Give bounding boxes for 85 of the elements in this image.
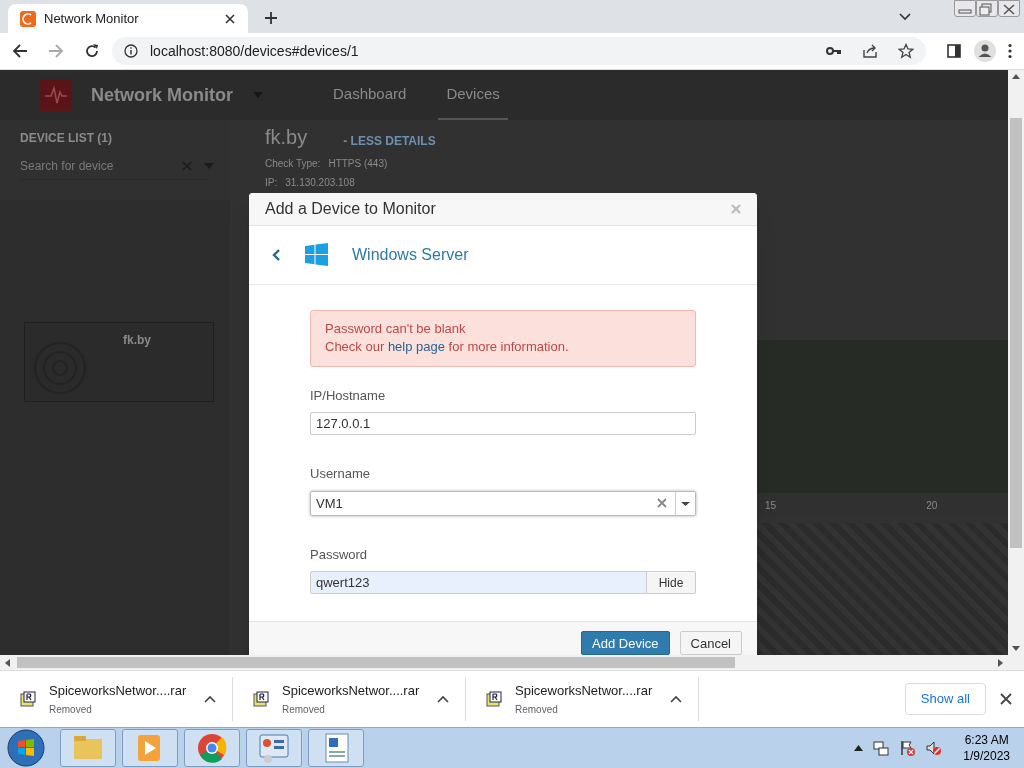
help-text: Check our help page for more information. [325,338,570,357]
tray-arrow-icon[interactable] [854,745,864,751]
username-combo[interactable]: VM1 [310,490,696,516]
app-logo-icon [20,10,36,27]
windows-logo-icon [305,243,328,267]
close-icon[interactable] [1000,693,1012,705]
device-list-heading: DEVICE LIST (1) [20,130,113,147]
help-page-link[interactable]: help page [387,339,445,355]
archive-file-icon [20,691,36,707]
add-device-button[interactable]: Add Device [581,631,670,655]
clock-date: 1/9/2023 [963,748,1010,764]
device-title: fk.by [265,125,308,150]
archive-file-icon [253,691,269,707]
file-name: SpiceworksNetwor....rar [515,681,654,700]
chevron-down-icon[interactable] [899,13,911,21]
hide-button[interactable]: Hide [647,571,696,595]
field-label: IP: [265,176,278,190]
star-icon [898,43,914,59]
field-label: Password [310,545,369,564]
download-item[interactable]: SpiceworksNetwor....rar Removed [233,677,466,721]
more-icon[interactable] [1008,43,1012,59]
download-status: Removed [515,703,559,718]
file-name: SpiceworksNetwor....rar [282,681,421,700]
scroll-right-icon [998,658,1003,667]
combo-value: VM1 [316,494,344,513]
app-title: Network Monitor [91,83,233,107]
browser-icon[interactable] [184,729,240,767]
control-panel-icon[interactable] [246,729,302,767]
show-all-button[interactable]: Show all [904,683,986,715]
download-item[interactable]: SpiceworksNetwor....rar Removed [466,677,699,721]
scroll-left-icon [5,658,10,667]
reload-icon[interactable] [84,43,100,59]
browser-tab[interactable]: Network Monitor [8,4,248,33]
ip-field[interactable]: 127.0.0.1 [310,412,696,436]
download-item[interactable]: SpiceworksNetwor....rar Removed [0,677,233,721]
download-status: Removed [282,703,326,718]
muted-speaker-icon[interactable] [925,740,942,756]
scroll-down-icon [1012,646,1020,651]
network-icon[interactable] [873,740,890,756]
document-icon[interactable] [308,729,364,767]
device-type-title: Windows Server [352,244,469,265]
clock-time: 6:23 AM [964,732,1009,748]
nav-tab[interactable]: Devices [438,70,508,120]
modal-title: Add a Device to Monitor [265,198,437,219]
back-chevron-icon[interactable] [272,248,280,261]
nav-tab[interactable]: Dashboard [325,70,415,120]
cancel-button[interactable]: Cancel [679,631,742,655]
restore-icon[interactable] [976,0,998,17]
info-icon [124,44,138,58]
error-message: Password can't be blank [325,320,467,339]
profile-icon[interactable] [974,40,996,62]
device-name: fk.by [123,332,151,349]
archive-file-icon [486,691,502,707]
media-player-icon[interactable] [122,729,178,767]
axis-label: 15 [765,499,777,513]
field-value: HTTPS (443) [328,157,388,171]
field-label: IP/Hostname [310,386,387,405]
chevron-up-icon[interactable] [670,695,682,703]
file-name: SpiceworksNetwor....rar [49,681,188,700]
chevron-up-icon[interactable] [437,695,449,703]
url-text: localhost:8080/devices#devices/1 [150,41,360,61]
close-icon[interactable] [998,0,1020,17]
flag-icon[interactable] [899,740,916,756]
device-card[interactable]: fk.by [24,322,214,402]
search-field[interactable]: Search for device [20,157,170,175]
clear-icon[interactable] [657,498,667,509]
axis-label: 20 [926,499,938,513]
side-panel-icon[interactable] [946,43,962,59]
scroll-up-icon [1012,74,1020,79]
less-details-link[interactable]: - LESS DETAILS [343,132,436,150]
back-icon[interactable] [12,43,28,59]
tab-title: Network Monitor [44,9,140,28]
close-icon[interactable] [224,12,236,25]
field-label: Check Type: [265,157,321,171]
new-tab-icon[interactable] [264,11,278,25]
password-field[interactable]: qwert123 [310,571,647,595]
share-icon [862,43,878,59]
chevron-up-icon[interactable] [204,695,216,703]
pulse-logo-icon [40,79,72,111]
field-value: 31.130.203.108 [285,176,355,190]
field-label: Username [310,465,371,484]
address-bar[interactable]: localhost:8080/devices#devices/1 [112,37,926,65]
key-icon [826,46,842,56]
start-button-icon[interactable] [6,728,46,768]
download-status: Removed [49,703,93,718]
